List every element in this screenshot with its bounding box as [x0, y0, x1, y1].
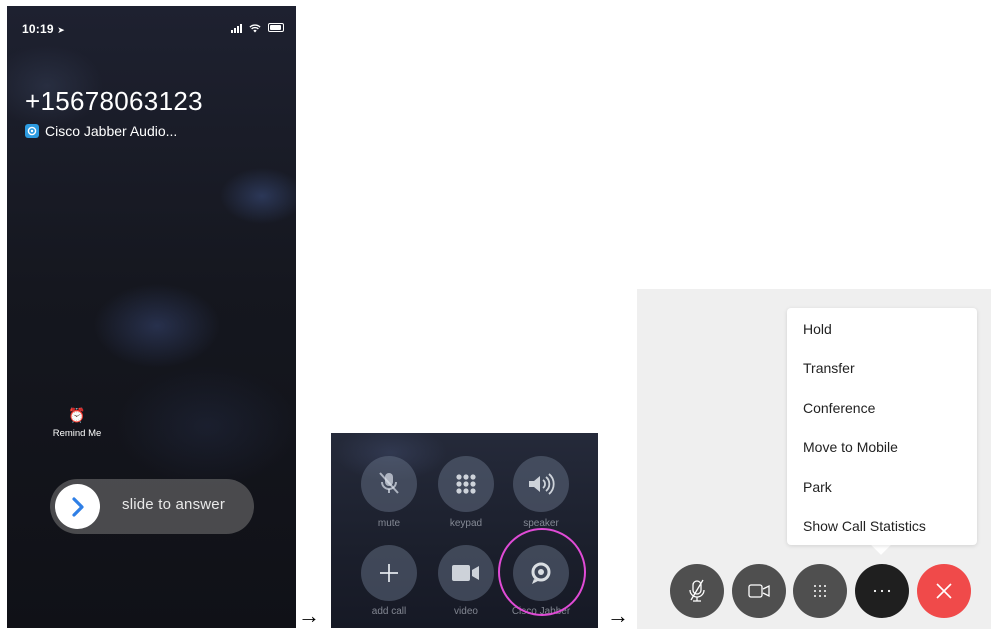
call-options-menu: Hold Transfer Conference Move to Mobile … [787, 308, 977, 545]
plus-icon [380, 564, 398, 582]
menu-item-show-call-statistics[interactable]: Show Call Statistics [803, 518, 926, 534]
more-options-button[interactable] [855, 564, 909, 618]
remind-me-label: Remind Me [52, 428, 102, 439]
slide-to-answer-label: slide to answer [122, 496, 226, 513]
flow-arrow-2: → [607, 603, 629, 628]
add-call-button[interactable] [361, 545, 417, 601]
video-label: video [454, 606, 478, 617]
speaker-icon [529, 473, 555, 495]
chevron-right-icon [71, 496, 84, 517]
alarm-clock-icon: ⏰ [68, 407, 86, 423]
slide-to-answer-track[interactable]: slide to answer [50, 479, 254, 534]
highlight-circle [498, 528, 586, 616]
more-icon [873, 589, 891, 593]
menu-item-conference[interactable]: Conference [803, 400, 875, 416]
add-call-label: add call [371, 606, 407, 617]
menu-item-transfer[interactable]: Transfer [803, 360, 855, 376]
video-toggle-button[interactable] [732, 564, 786, 618]
wifi-icon [249, 24, 261, 33]
signal-icon [230, 21, 246, 33]
caller-app-row: Cisco Jabber Audio... [25, 123, 177, 139]
caller-app-label: Cisco Jabber Audio... [45, 123, 178, 139]
close-icon [936, 583, 952, 599]
keypad-button[interactable] [438, 456, 494, 512]
cisco-jabber-icon [25, 124, 39, 138]
keypad-icon [814, 585, 826, 597]
mute-icon [379, 472, 399, 494]
menu-item-hold[interactable]: Hold [803, 321, 832, 337]
keypad-icon [456, 474, 476, 494]
speaker-button[interactable] [513, 456, 569, 512]
caller-number: +15678063123 [25, 86, 203, 116]
battery-icon [268, 22, 284, 32]
status-time-text: 10:19 [22, 22, 54, 36]
video-icon [452, 565, 479, 581]
status-time: 10:19 ➤ [22, 22, 65, 36]
video-icon [748, 584, 770, 598]
slide-to-answer-knob[interactable] [55, 484, 100, 529]
mute-label: mute [377, 518, 401, 529]
location-arrow-icon: ➤ [57, 25, 65, 35]
keypad-label: keypad [449, 518, 483, 529]
flow-arrow-1: → [298, 603, 320, 628]
mute-button[interactable] [361, 456, 417, 512]
video-button[interactable] [438, 545, 494, 601]
menu-item-move-to-mobile[interactable]: Move to Mobile [803, 439, 898, 455]
mute-microphone-button[interactable] [670, 564, 724, 618]
remind-me-button[interactable]: ⏰ Remind Me [49, 408, 105, 439]
keypad-toggle-button[interactable] [793, 564, 847, 618]
mic-off-icon [689, 579, 705, 602]
menu-item-park[interactable]: Park [803, 479, 832, 495]
status-icons [230, 21, 284, 33]
end-call-button[interactable] [917, 564, 971, 618]
incoming-call-screen: 10:19 ➤ +15678063123 Cisco Jabber Audio.… [7, 6, 296, 628]
